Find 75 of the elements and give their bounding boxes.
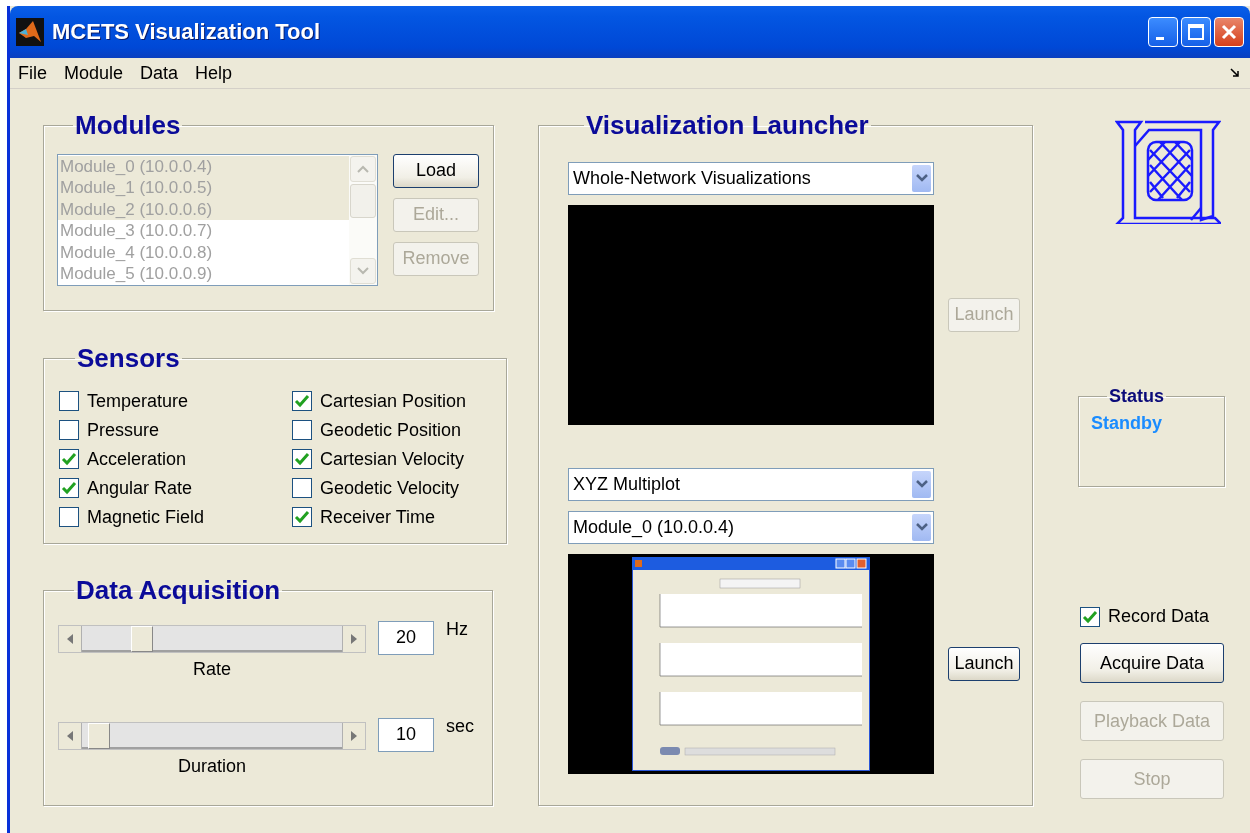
checkbox-label: Geodetic Velocity [320,477,460,499]
checkbox[interactable] [59,391,79,412]
checkbox-label: Temperature [87,390,189,412]
unit-label: sec [446,715,474,737]
chevron-down-icon [915,174,928,183]
checkbox-label: Pressure [87,419,160,441]
slider-thumb[interactable] [87,722,110,749]
checkmark-icon [294,451,310,468]
slider[interactable] [58,624,366,653]
action-button[interactable]: Acquire Data [1080,643,1224,683]
dropdown[interactable]: Whole-Network Visualizations [568,161,934,195]
chevron-down-icon [915,523,928,532]
dropdown[interactable]: Module_0 (10.0.0.4) [568,510,934,544]
checkbox-label: Receiver Time [320,506,436,528]
scrollbar[interactable] [349,154,377,285]
unit-label: Hz [446,618,468,640]
close-button[interactable] [1214,17,1244,47]
checkbox[interactable] [292,420,312,441]
checkbox[interactable] [59,507,79,528]
arrow-right-icon [351,730,357,741]
close-icon [1220,23,1238,41]
chevron-down-icon [915,480,928,489]
slider-label: Rate [193,658,231,679]
checkbox[interactable] [59,420,79,441]
minimize-icon [1156,36,1164,40]
arrow-left-icon [67,730,73,741]
app-logo-icon [16,18,44,46]
checkbox-label: Acceleration [87,448,187,470]
maximize-icon [1187,23,1205,41]
number-field[interactable]: 20 [378,620,434,655]
menu-item[interactable]: Module [56,62,133,84]
chevron-up-icon [357,164,369,173]
checkbox-label: Cartesian Position [320,390,467,412]
dock-arrow-icon [1230,68,1240,78]
checkmark-icon [294,393,310,410]
checkbox[interactable] [292,449,312,470]
logo-icon [1115,120,1221,224]
slider[interactable] [58,721,366,750]
checkmark-icon [61,451,77,468]
group-title: Modules [74,111,182,140]
window-title: MCETS Visualization Tool [52,19,321,45]
slider-label: Duration [177,755,246,776]
checkmark-icon [61,480,77,497]
group-title: Status [1108,387,1165,407]
menu-item[interactable]: File [10,62,56,84]
checkmark-icon [294,509,310,526]
menu-item[interactable]: Help [187,62,242,84]
maximize-button[interactable] [1181,17,1211,47]
scrollbar-thumb[interactable] [350,183,376,218]
number-field[interactable]: 10 [378,717,434,752]
checkbox[interactable] [292,391,312,412]
checkbox[interactable] [292,507,312,528]
group-title: Visualization Launcher [585,111,870,140]
checkbox[interactable] [1080,606,1100,627]
arrow-left-icon [67,633,73,644]
checkbox-label: Magnetic Field [87,506,205,528]
minimize-button[interactable] [1148,17,1178,47]
button[interactable]: Load [393,153,479,188]
dropdown[interactable]: XYZ Multiplot [568,467,934,501]
chevron-down-icon [357,266,369,275]
menu-item[interactable]: Data [132,62,188,84]
checkbox[interactable] [292,478,312,499]
status-value: Standby [1091,412,1162,433]
checkbox[interactable] [59,478,79,499]
checkbox-label: Geodetic Position [320,419,462,441]
arrow-right-icon [351,633,357,644]
checkbox-label: Angular Rate [87,477,193,499]
checkbox[interactable] [59,449,79,470]
checkbox-label: Cartesian Velocity [320,448,465,470]
slider-thumb[interactable] [130,625,153,652]
checkbox-label: Record Data [1108,606,1210,627]
group-title: Data Acquisition [75,576,282,605]
group-title: Sensors [76,344,181,373]
launch-button[interactable]: Launch [948,646,1020,681]
checkmark-icon [1082,608,1098,625]
